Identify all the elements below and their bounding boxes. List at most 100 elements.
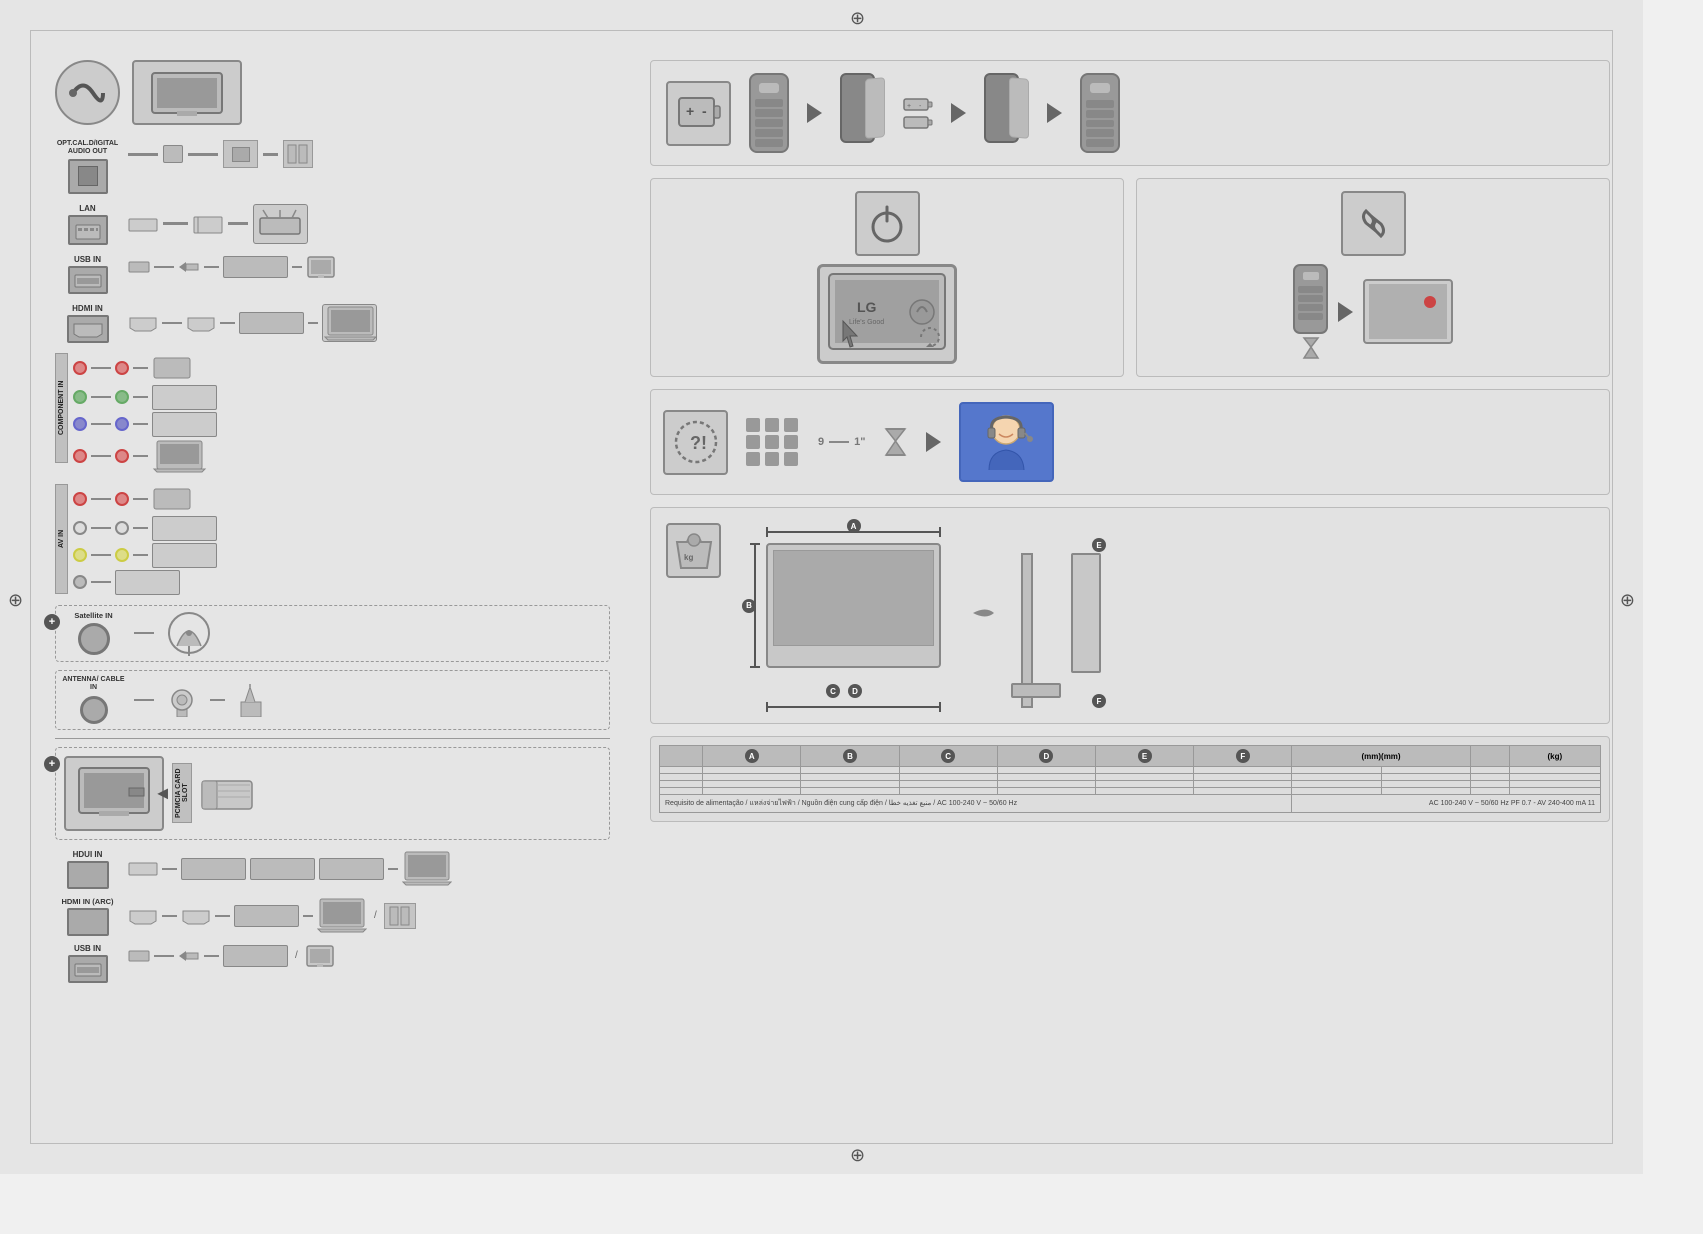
th-d: D xyxy=(997,746,1095,767)
opt-port-icon: OPT.CAL.D/IGITAL AUDIO OUT xyxy=(55,140,120,194)
td-3-1 xyxy=(660,781,703,788)
spec-table-section: A B C D E F (mm)(mm) (kg) xyxy=(650,736,1610,822)
hdui-label: HDUI IN xyxy=(73,850,103,859)
remote-final xyxy=(1080,73,1120,153)
antenna-inner: ANTENNA/ CABLE IN xyxy=(61,676,604,724)
hdmi-port-box xyxy=(67,315,109,343)
lan-label: LAN xyxy=(79,204,95,213)
th-a: A xyxy=(703,746,801,767)
battery-arrow2 xyxy=(951,103,966,123)
reg-mark-top: ⊕ xyxy=(850,8,865,29)
svg-text:?!: ?! xyxy=(690,433,707,453)
svg-text:LG: LG xyxy=(857,299,877,315)
td-3-7 xyxy=(1194,781,1292,788)
td-1-9 xyxy=(1381,767,1470,774)
support-illustration xyxy=(959,402,1054,482)
footer-left: Requisito de alimentação / แหล่งจ่ายไฟฟ้… xyxy=(660,795,1292,813)
th-model xyxy=(660,746,703,767)
magic-remote-section xyxy=(1136,178,1610,377)
component-row-4 xyxy=(73,439,610,474)
td-4-1 xyxy=(660,788,703,795)
td-2-3 xyxy=(801,774,899,781)
battery-section: + - xyxy=(650,60,1610,166)
hdui-port-icon: HDUI IN xyxy=(55,850,120,889)
hourglass xyxy=(1301,337,1321,359)
power-on-section: LG Life's Good xyxy=(650,178,1124,377)
td-3-6 xyxy=(1096,781,1194,788)
dim-dot-d: D xyxy=(848,684,862,698)
td-4-11 xyxy=(1509,788,1600,795)
tv-power-diagram: LG Life's Good xyxy=(817,264,957,364)
svg-text:+: + xyxy=(686,103,694,119)
satellite-label: Satellite IN xyxy=(74,611,112,620)
remote-step2 xyxy=(840,73,885,153)
td-4-8 xyxy=(1292,788,1381,795)
usb-top-diagram xyxy=(128,255,610,279)
lan-section: LAN xyxy=(55,204,610,245)
table-row-3 xyxy=(660,781,1601,788)
antenna-connector xyxy=(80,696,108,724)
help-icon-box: ?! xyxy=(663,410,728,475)
plus-indicator-2: + xyxy=(44,756,60,772)
av-row-4 xyxy=(73,570,610,595)
usb-in-bottom-section: USB IN / xyxy=(55,944,610,983)
td-1-7 xyxy=(1194,767,1292,774)
table-body xyxy=(660,767,1601,795)
lan-router-icon xyxy=(253,204,308,244)
magic-remote xyxy=(1293,264,1328,334)
svg-text:-: - xyxy=(702,103,707,119)
opt-port-box xyxy=(68,159,108,194)
cursor-icon xyxy=(835,319,865,359)
td-2-9 xyxy=(1381,774,1470,781)
table-row-4 xyxy=(660,788,1601,795)
usb-bottom-label: USB IN xyxy=(74,944,101,953)
hdui-port-box xyxy=(67,861,109,889)
av-row-1 xyxy=(73,484,610,514)
component-row-1 xyxy=(73,353,610,383)
usb-drive-icon xyxy=(223,256,288,278)
right-column: + - xyxy=(650,60,1610,822)
reg-mark-left: ⊕ xyxy=(8,590,23,611)
tv-base xyxy=(1011,683,1061,698)
td-1-4 xyxy=(899,767,997,774)
hdmi-arc-label: HDMI IN (ARC) xyxy=(61,897,113,906)
antenna-label: ANTENNA/ CABLE IN xyxy=(61,676,126,693)
dim-cd: C D xyxy=(826,684,862,698)
component-row-3 xyxy=(73,412,610,437)
svg-text:+: + xyxy=(907,103,911,110)
hdmi-diagram xyxy=(128,304,610,342)
td-1-11 xyxy=(1509,767,1600,774)
td-3-2 xyxy=(703,781,801,788)
usb-top-port-box xyxy=(68,266,108,294)
td-4-4 xyxy=(899,788,997,795)
antenna-section: ANTENNA/ CABLE IN xyxy=(55,670,610,730)
dim-transition-arrow xyxy=(971,603,996,628)
circular-arrow xyxy=(916,323,944,356)
usb-bottom-diagram: / xyxy=(128,944,610,968)
pcmcia-v-label: PCMCIA CARD SLOT xyxy=(172,763,192,823)
pairing-arrow xyxy=(1338,302,1353,322)
av-in-section: AV IN xyxy=(55,484,610,595)
tv-dim-body xyxy=(766,543,941,668)
remote-step1 xyxy=(749,73,789,153)
td-1-6 xyxy=(1096,767,1194,774)
usb-top-label: USB IN xyxy=(74,255,101,264)
th-b: B xyxy=(801,746,899,767)
table-footer: Requisito de alimentação / แหล่งจ่ายไฟฟ้… xyxy=(660,795,1601,813)
middle-row: LG Life's Good xyxy=(650,178,1610,377)
opt-audio-section: OPT.CAL.D/IGITAL AUDIO OUT xyxy=(55,140,610,194)
hdmi-label: HDMI IN xyxy=(72,304,103,313)
remote-step3 xyxy=(984,73,1029,153)
hourglass-help xyxy=(883,427,908,457)
hdmi-port-icon: HDMI IN xyxy=(55,304,120,343)
lan-diagram xyxy=(128,204,610,244)
dim-bottom xyxy=(766,706,941,708)
hdmi-arc-diagram: / xyxy=(128,897,610,935)
component-connectors xyxy=(73,353,610,474)
remote-with-timer xyxy=(1293,264,1328,359)
td-3-9 xyxy=(1381,781,1470,788)
th-e: E xyxy=(1096,746,1194,767)
dim-dot-f: F xyxy=(1092,694,1106,708)
link-icon-box xyxy=(1341,191,1406,256)
av-row-3 xyxy=(73,543,610,568)
